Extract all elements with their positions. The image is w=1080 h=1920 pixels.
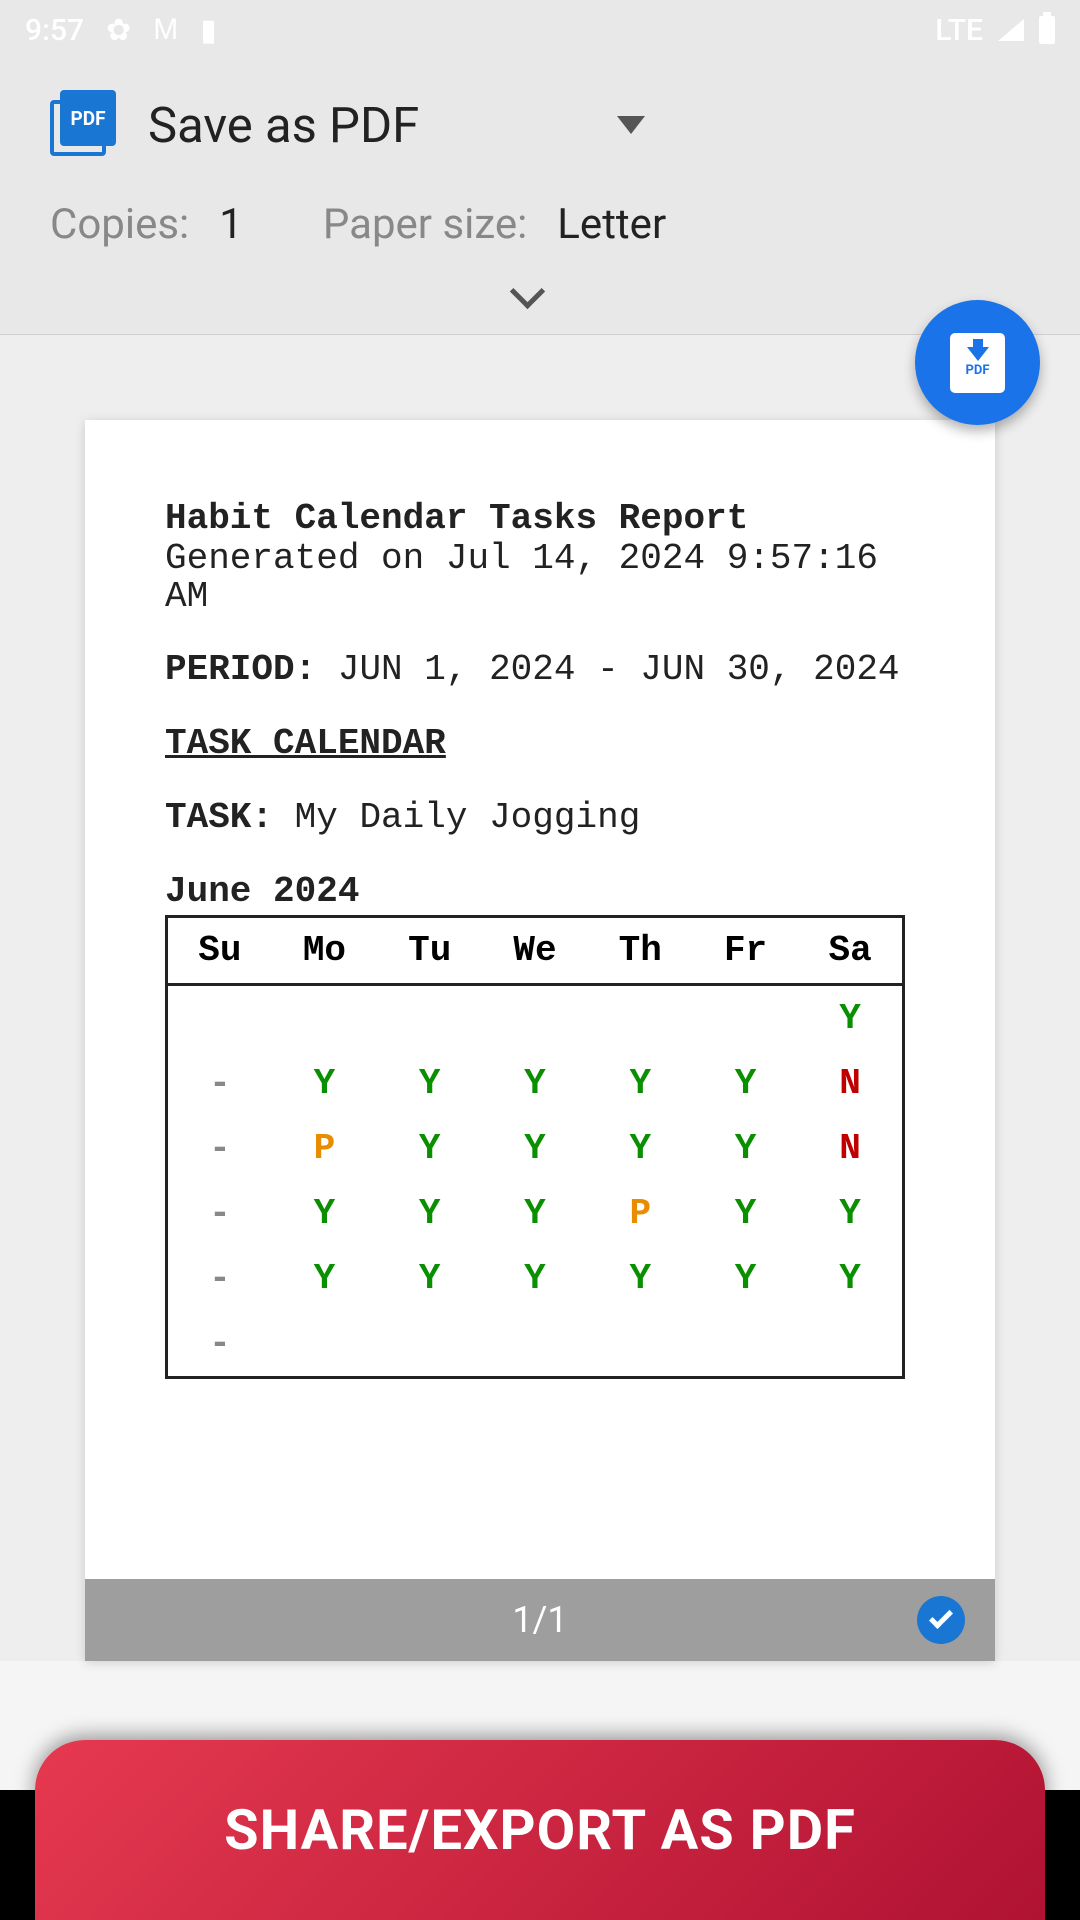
status-bar: 9:57 ✿ M ▮ LTE <box>0 0 1080 60</box>
settings-icon: ✿ <box>106 13 131 48</box>
print-options: Copies: 1 Paper size: Letter <box>50 200 1010 249</box>
calendar-cell: Y <box>272 1051 377 1116</box>
pdf-icon: PDF <box>50 90 120 160</box>
calendar-cell: Y <box>377 1246 482 1311</box>
calendar-row: -PYYYYN <box>167 1116 904 1181</box>
printer-selector[interactable]: PDF Save as PDF <box>50 90 1010 160</box>
calendar-cell: Y <box>798 1181 903 1246</box>
calendar-day-header: Mo <box>272 916 377 984</box>
period-label: PERIOD: <box>165 649 316 690</box>
calendar-row: -YYYYYN <box>167 1051 904 1116</box>
calendar-cell: Y <box>377 1116 482 1181</box>
calendar-cell <box>588 984 693 1051</box>
calendar-cell <box>798 1311 903 1378</box>
report-generated: Generated on Jul 14, 2024 9:57:16 AM <box>165 540 915 616</box>
banner-label: SHARE/EXPORT AS PDF <box>224 1797 856 1863</box>
calendar-cell: N <box>798 1051 903 1116</box>
calendar-cell <box>693 1311 798 1378</box>
paper-label: Paper size: <box>323 200 527 249</box>
sd-icon: ▮ <box>200 13 217 48</box>
calendar-day-header: Tu <box>377 916 482 984</box>
calendar-cell <box>693 984 798 1051</box>
status-time: 9:57 <box>25 13 84 48</box>
expand-options[interactable] <box>50 274 1010 314</box>
calendar-cell: Y <box>693 1181 798 1246</box>
calendar-row: - <box>167 1311 904 1378</box>
battery-icon <box>1039 16 1055 44</box>
calendar-cell <box>167 984 272 1051</box>
chevron-down-icon <box>510 274 550 314</box>
download-pdf-icon: PDF <box>950 333 1005 393</box>
calendar-cell: Y <box>377 1181 482 1246</box>
calendar-cell: - <box>167 1311 272 1378</box>
calendar-row: Y <box>167 984 904 1051</box>
page-footer: 1/1 <box>85 1579 995 1661</box>
copies-value[interactable]: 1 <box>219 200 243 249</box>
calendar-cell: Y <box>798 1246 903 1311</box>
calendar-cell <box>272 984 377 1051</box>
calendar-day-header: Fr <box>693 916 798 984</box>
lte-label: LTE <box>935 13 983 48</box>
page-indicator: 1/1 <box>512 1599 567 1641</box>
calendar-day-header: Th <box>588 916 693 984</box>
calendar-cell: Y <box>272 1246 377 1311</box>
calendar-cell <box>377 1311 482 1378</box>
calendar-cell: Y <box>272 1181 377 1246</box>
section-title: TASK CALENDAR <box>165 725 915 763</box>
calendar-cell: Y <box>377 1051 482 1116</box>
month-title: June 2024 <box>165 873 915 911</box>
status-right: LTE <box>935 13 1055 48</box>
signal-icon <box>998 19 1024 41</box>
calendar-cell: - <box>167 1116 272 1181</box>
calendar-cell: Y <box>482 1051 587 1116</box>
status-left: 9:57 ✿ M ▮ <box>25 13 217 48</box>
calendar-cell: Y <box>693 1246 798 1311</box>
save-pdf-fab[interactable]: PDF <box>915 300 1040 425</box>
period-value: JUN 1, 2024 - JUN 30, 2024 <box>338 649 900 690</box>
page-preview[interactable]: Habit Calendar Tasks Report Generated on… <box>85 420 995 1661</box>
preview-area: Habit Calendar Tasks Report Generated on… <box>0 335 1080 1661</box>
calendar-day-header: We <box>482 916 587 984</box>
calendar-cell: Y <box>482 1116 587 1181</box>
chevron-down-icon <box>617 116 645 134</box>
printer-label: Save as PDF <box>148 97 419 154</box>
calendar-day-header: Su <box>167 916 272 984</box>
calendar-cell: Y <box>693 1051 798 1116</box>
calendar-cell: N <box>798 1116 903 1181</box>
calendar-cell <box>377 984 482 1051</box>
calendar-cell: - <box>167 1181 272 1246</box>
report-title: Habit Calendar Tasks Report <box>165 500 915 538</box>
task-label: TASK: <box>165 797 273 838</box>
calendar-cell: Y <box>798 984 903 1051</box>
print-header: PDF Save as PDF Copies: 1 Paper size: Le… <box>0 60 1080 335</box>
calendar-cell <box>482 1311 587 1378</box>
check-icon <box>929 1605 953 1629</box>
calendar-row: -YYYYYY <box>167 1246 904 1311</box>
calendar-table: SuMoTuWeThFrSa Y-YYYYYN-PYYYYN-YYYPYY-YY… <box>165 915 905 1379</box>
copies-label: Copies: <box>50 200 189 249</box>
task-value: My Daily Jogging <box>295 797 641 838</box>
calendar-day-header: Sa <box>798 916 903 984</box>
calendar-cell: Y <box>482 1246 587 1311</box>
mail-icon: M <box>153 13 178 47</box>
calendar-cell <box>588 1311 693 1378</box>
calendar-cell <box>272 1311 377 1378</box>
paper-value[interactable]: Letter <box>557 200 666 249</box>
calendar-cell <box>482 984 587 1051</box>
calendar-cell: - <box>167 1051 272 1116</box>
calendar-cell: P <box>588 1181 693 1246</box>
calendar-cell: Y <box>588 1116 693 1181</box>
calendar-cell: - <box>167 1246 272 1311</box>
calendar-cell: Y <box>588 1051 693 1116</box>
share-export-banner[interactable]: SHARE/EXPORT AS PDF <box>35 1740 1045 1920</box>
page-selected-check[interactable] <box>917 1596 965 1644</box>
calendar-row: -YYYPYY <box>167 1181 904 1246</box>
calendar-cell: Y <box>693 1116 798 1181</box>
calendar-cell: P <box>272 1116 377 1181</box>
calendar-cell: Y <box>588 1246 693 1311</box>
calendar-cell: Y <box>482 1181 587 1246</box>
page-content: Habit Calendar Tasks Report Generated on… <box>85 420 995 1579</box>
